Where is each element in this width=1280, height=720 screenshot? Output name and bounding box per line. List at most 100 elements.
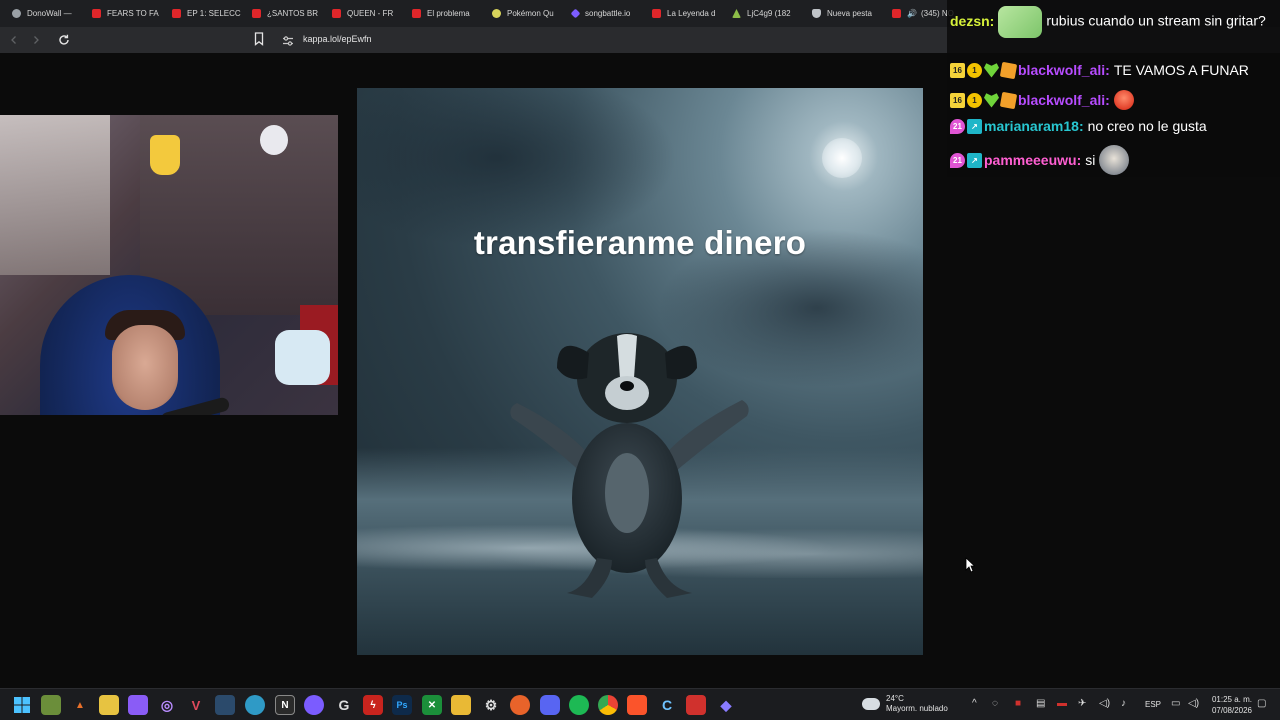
youtube-icon: [892, 9, 901, 18]
tab[interactable]: LjC4g9 (182: [726, 0, 806, 27]
tab[interactable]: EP 1: SELECC: [166, 0, 246, 27]
tray-chevron-icon[interactable]: ^: [972, 698, 977, 709]
tab-label: QUEEN - FR: [347, 9, 394, 18]
cube-badge-icon: [999, 91, 1018, 109]
tab-label: DonoWall —: [27, 9, 72, 18]
back-button[interactable]: [3, 29, 25, 51]
cube-badge-icon: [999, 61, 1018, 79]
heart-badge-icon: [984, 93, 999, 108]
chrome-icon[interactable]: [598, 695, 618, 715]
shield-icon: [812, 9, 821, 18]
tune-icon: [283, 36, 293, 46]
gift-badge-icon: 1: [967, 62, 982, 78]
spiral-app-icon[interactable]: ◎: [157, 695, 177, 715]
stream-chat-overlay: dezsn: rubius cuando un stream sin gritar…: [947, 0, 1280, 177]
file-explorer-icon[interactable]: [99, 695, 119, 715]
chat-message: 16 1 blackwolf_ali: TE VAMOS A FUNAR: [950, 61, 1249, 79]
prime-badge-icon: ↗: [967, 152, 982, 168]
tab-label: EP 1: SELECC: [187, 9, 241, 18]
notification-icon[interactable]: ▢: [1257, 698, 1266, 709]
chat-text: no creo no le gusta: [1087, 118, 1207, 134]
youtube-icon: [92, 9, 101, 18]
edge-icon[interactable]: [245, 695, 265, 715]
clock-date: 07/08/2026: [1211, 706, 1252, 715]
calendar-icon[interactable]: [686, 695, 706, 715]
chevron-right-icon: [34, 36, 39, 44]
spotify-icon[interactable]: [569, 695, 589, 715]
chat-message: dezsn: rubius cuando un stream sin gritar…: [950, 6, 1280, 38]
folder-icon[interactable]: [451, 695, 471, 715]
sub-badge-icon: 16: [950, 62, 965, 78]
twitch-studio-icon[interactable]: ◆: [716, 695, 736, 715]
chat-username: marianaram18:: [984, 118, 1084, 134]
steam-icon[interactable]: ✈: [1078, 698, 1086, 709]
tab[interactable]: QUEEN - FR: [326, 0, 406, 27]
site-info-button[interactable]: [282, 34, 294, 46]
discord-icon[interactable]: [540, 695, 560, 715]
capcut-icon[interactable]: G: [334, 695, 354, 715]
tab[interactable]: Nueva pesta: [806, 0, 886, 27]
sub-badge-icon: 16: [950, 92, 965, 108]
heart-badge-icon: [984, 63, 999, 78]
tray-app-icon[interactable]: ▤: [1036, 698, 1045, 709]
sub-badge-icon: 21: [950, 118, 965, 134]
tab[interactable]: ¿SANTOS BR: [246, 0, 326, 27]
fire-app-icon[interactable]: ▲: [70, 695, 90, 715]
webcam-plush: [260, 125, 288, 155]
youtube-icon: [252, 9, 261, 18]
app-icon[interactable]: [215, 695, 235, 715]
settings-icon[interactable]: ⚙: [481, 695, 501, 715]
tab-label: Nueva pesta: [827, 9, 872, 18]
youtube-icon: [652, 9, 661, 18]
reload-button[interactable]: [53, 29, 75, 51]
tab[interactable]: FEARS TO FA: [86, 0, 166, 27]
emote-icon: [998, 6, 1043, 38]
input-language[interactable]: ESP: [1145, 700, 1161, 709]
tray-app-icon[interactable]: ■: [1015, 698, 1021, 709]
forward-button[interactable]: [25, 29, 47, 51]
photoshop-icon[interactable]: Ps: [392, 695, 412, 715]
speaker-icon[interactable]: ◁): [1099, 698, 1110, 709]
chat-text: si: [1085, 152, 1096, 168]
meme-image: transfieranme dinero: [357, 88, 923, 655]
minecraft-icon[interactable]: [41, 695, 61, 715]
chat-text: rubius cuando un stream sin gritar?: [1046, 12, 1266, 29]
weather-widget[interactable]: 24°C Mayorm. nublado: [862, 694, 948, 714]
ccleaner-icon[interactable]: C: [657, 695, 677, 715]
notion-icon[interactable]: N: [275, 695, 295, 715]
brave-icon[interactable]: [627, 695, 647, 715]
xbox-icon[interactable]: ✕: [422, 695, 442, 715]
youtube-icon: [172, 9, 181, 18]
chat-text: TE VAMOS A FUNAR: [1113, 62, 1249, 78]
tray-app-icon[interactable]: ▬: [1057, 698, 1067, 709]
globe-icon: [12, 9, 21, 18]
angry-emote-icon: [1113, 90, 1134, 110]
tab[interactable]: Pokémon Qu: [486, 0, 566, 27]
tab[interactable]: La Leyenda d: [646, 0, 726, 27]
mouse-cursor-icon: [965, 557, 975, 573]
gift-badge-icon: 1: [967, 92, 982, 108]
tab-label: ¿SANTOS BR: [267, 9, 318, 18]
screen: DonoWall — FEARS TO FA EP 1: SELECC ¿SAN…: [0, 0, 1280, 720]
chevron-left-icon: [11, 36, 16, 44]
start-button[interactable]: [12, 695, 32, 715]
tray-app-icon[interactable]: ◌: [992, 698, 998, 709]
tab-label: FEARS TO FA: [107, 9, 159, 18]
address-bar-url[interactable]: kappa.lol/epEwfn: [303, 34, 372, 44]
bookmark-button[interactable]: [254, 32, 268, 48]
volume-icon[interactable]: ◁): [1188, 698, 1199, 709]
tab[interactable]: songbattle.io: [566, 0, 646, 27]
network-icon[interactable]: ▭: [1171, 698, 1180, 709]
twitch-icon[interactable]: [128, 695, 148, 715]
tab[interactable]: DonoWall —: [6, 0, 86, 27]
tab-label: songbattle.io: [585, 9, 631, 18]
tab[interactable]: El problema: [406, 0, 486, 27]
system-clock[interactable]: 01:25 a. m. 07/08/2026: [1206, 694, 1252, 716]
flash-icon[interactable]: ϟ: [363, 695, 383, 715]
firefox-icon[interactable]: [510, 695, 530, 715]
obs-icon[interactable]: [304, 695, 324, 715]
microphone-icon[interactable]: ♪: [1121, 698, 1126, 709]
tab-label: El problema: [427, 9, 470, 18]
valorant-icon[interactable]: V: [186, 695, 206, 715]
tab-label: Pokémon Qu: [507, 9, 554, 18]
